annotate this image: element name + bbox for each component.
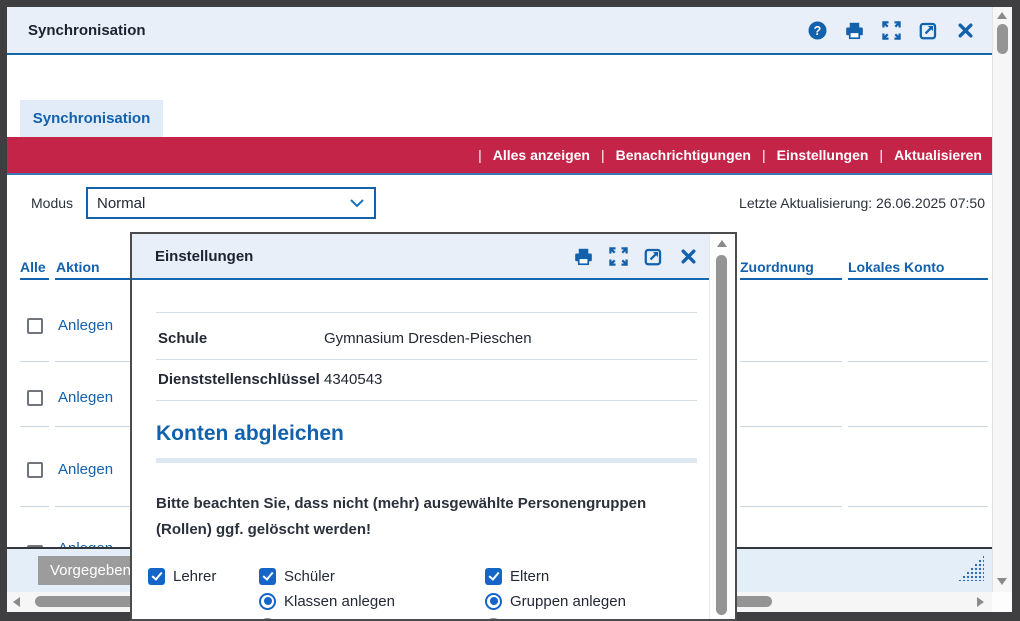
- gruppen-deaktiviert-radio[interactable]: [485, 618, 502, 621]
- klassen-deaktiviert-radio[interactable]: [259, 618, 276, 621]
- chevron-down-icon: [350, 199, 364, 208]
- field-value-dienststellenschluessel: 4340543: [324, 371, 382, 388]
- section-rule: [156, 458, 697, 463]
- window-title: Synchronisation: [28, 22, 146, 39]
- row-action-link[interactable]: Anlegen: [58, 389, 113, 406]
- row-divider: [55, 426, 130, 427]
- row-divider: [740, 361, 842, 362]
- vertical-scrollbar[interactable]: [992, 7, 1012, 592]
- row-divider: [20, 426, 49, 427]
- row-divider: [740, 426, 842, 427]
- col-header-alle[interactable]: Alle: [20, 259, 46, 275]
- field-label-schule: Schule: [158, 330, 207, 347]
- resize-handle[interactable]: [958, 555, 984, 581]
- eltern-label: Eltern: [510, 568, 549, 585]
- scroll-up-icon[interactable]: [997, 12, 1007, 19]
- action-bar: Alles anzeigen Benachrichtigungen Einste…: [7, 137, 992, 173]
- scroll-right-icon[interactable]: [977, 597, 984, 607]
- fullscreen-icon[interactable]: [880, 19, 902, 41]
- dialog-scrollbar-thumb[interactable]: [716, 255, 727, 615]
- header-underline: [55, 278, 130, 280]
- row-checkbox[interactable]: [27, 462, 43, 478]
- klassen-anlegen-label: Klassen anlegen: [284, 593, 395, 610]
- col-header-aktion[interactable]: Aktion: [56, 259, 100, 275]
- dialog-scrollbar[interactable]: [709, 234, 735, 619]
- row-divider: [20, 361, 49, 362]
- lehrer-label: Lehrer: [173, 568, 216, 585]
- field-divider: [156, 400, 697, 401]
- group-schueler: Schüler Klassen anlegen Klassen deaktivi…: [259, 566, 467, 621]
- scrollbar-corner: [992, 592, 1012, 612]
- print-icon[interactable]: [843, 19, 865, 41]
- mode-selected-value: Normal: [97, 195, 145, 212]
- einstellungen-dialog: Einstellungen: [130, 232, 737, 621]
- action-link-einstellungen[interactable]: Einstellungen: [751, 147, 868, 163]
- tab-synchronisation[interactable]: Synchronisation: [20, 100, 163, 137]
- row-action-link[interactable]: Anlegen: [58, 317, 113, 334]
- schueler-label: Schüler: [284, 568, 335, 585]
- klassen-deaktiviert-label: Klassen deaktiviert anlegen: [284, 618, 467, 621]
- close-icon[interactable]: [954, 19, 976, 41]
- close-icon[interactable]: [677, 245, 699, 267]
- gruppen-deaktiviert-label: Gruppen deaktiviert anlegen: [510, 618, 698, 621]
- col-header-lokales-konto[interactable]: Lokales Konto: [848, 259, 944, 275]
- section-title: Konten abgleichen: [156, 422, 344, 446]
- row-divider: [848, 426, 988, 427]
- dialog-titlebar: Einstellungen: [132, 234, 709, 280]
- titlebar-icons: ?: [806, 19, 976, 41]
- klassen-anlegen-radio[interactable]: [259, 593, 276, 610]
- print-icon[interactable]: [572, 245, 594, 267]
- dialog-title: Einstellungen: [155, 248, 253, 265]
- vertical-scrollbar-thumb[interactable]: [997, 24, 1008, 54]
- field-value-schule: Gymnasium Dresden-Pieschen: [324, 330, 532, 347]
- field-divider: [156, 312, 697, 313]
- svg-text:?: ?: [813, 24, 821, 38]
- action-link-benachrichtigungen[interactable]: Benachrichtigungen: [590, 147, 751, 163]
- row-divider: [55, 506, 130, 507]
- mode-select[interactable]: Normal: [86, 187, 376, 219]
- row-divider: [848, 506, 988, 507]
- mode-label: Modus: [31, 195, 73, 211]
- eltern-checkbox[interactable]: [485, 568, 502, 585]
- row-action-link[interactable]: Anlegen: [58, 461, 113, 478]
- gruppen-anlegen-radio[interactable]: [485, 593, 502, 610]
- row-divider: [55, 361, 130, 362]
- open-external-icon[interactable]: [642, 245, 664, 267]
- warning-text: Bitte beachten Sie, dass nicht (mehr) au…: [156, 491, 701, 543]
- fullscreen-icon[interactable]: [607, 245, 629, 267]
- header-underline: [848, 278, 988, 280]
- row-divider: [20, 506, 49, 507]
- scroll-up-icon[interactable]: [717, 240, 727, 247]
- scroll-down-icon[interactable]: [997, 578, 1007, 585]
- lehrer-checkbox[interactable]: [148, 568, 165, 585]
- dialog-icons: [572, 245, 699, 267]
- header-underline: [740, 278, 842, 280]
- gruppen-anlegen-label: Gruppen anlegen: [510, 593, 626, 610]
- row-checkbox[interactable]: [27, 390, 43, 406]
- help-icon[interactable]: ?: [806, 19, 828, 41]
- field-divider: [156, 359, 697, 360]
- action-link-alles-anzeigen[interactable]: Alles anzeigen: [467, 147, 590, 163]
- action-bar-underline: [7, 173, 992, 175]
- window-titlebar: Synchronisation ?: [7, 7, 992, 55]
- scroll-left-icon[interactable]: [13, 597, 20, 607]
- group-eltern: Eltern Gruppen anlegen Gruppen deaktivie…: [485, 566, 698, 621]
- row-divider: [848, 361, 988, 362]
- action-link-aktualisieren[interactable]: Aktualisieren: [868, 147, 982, 163]
- app-window: Synchronisation ? Synchronisation Alles …: [0, 0, 1020, 621]
- row-checkbox[interactable]: [27, 318, 43, 334]
- header-underline: [20, 278, 49, 280]
- open-external-icon[interactable]: [917, 19, 939, 41]
- col-header-zuordnung[interactable]: Zuordnung: [740, 259, 814, 275]
- group-lehrer: Lehrer: [148, 566, 216, 591]
- last-update-text: Letzte Aktualisierung: 26.06.2025 07:50: [739, 195, 985, 211]
- row-divider: [740, 506, 842, 507]
- schueler-checkbox[interactable]: [259, 568, 276, 585]
- field-label-dienststellenschluessel: Dienststellenschlüssel: [158, 371, 320, 388]
